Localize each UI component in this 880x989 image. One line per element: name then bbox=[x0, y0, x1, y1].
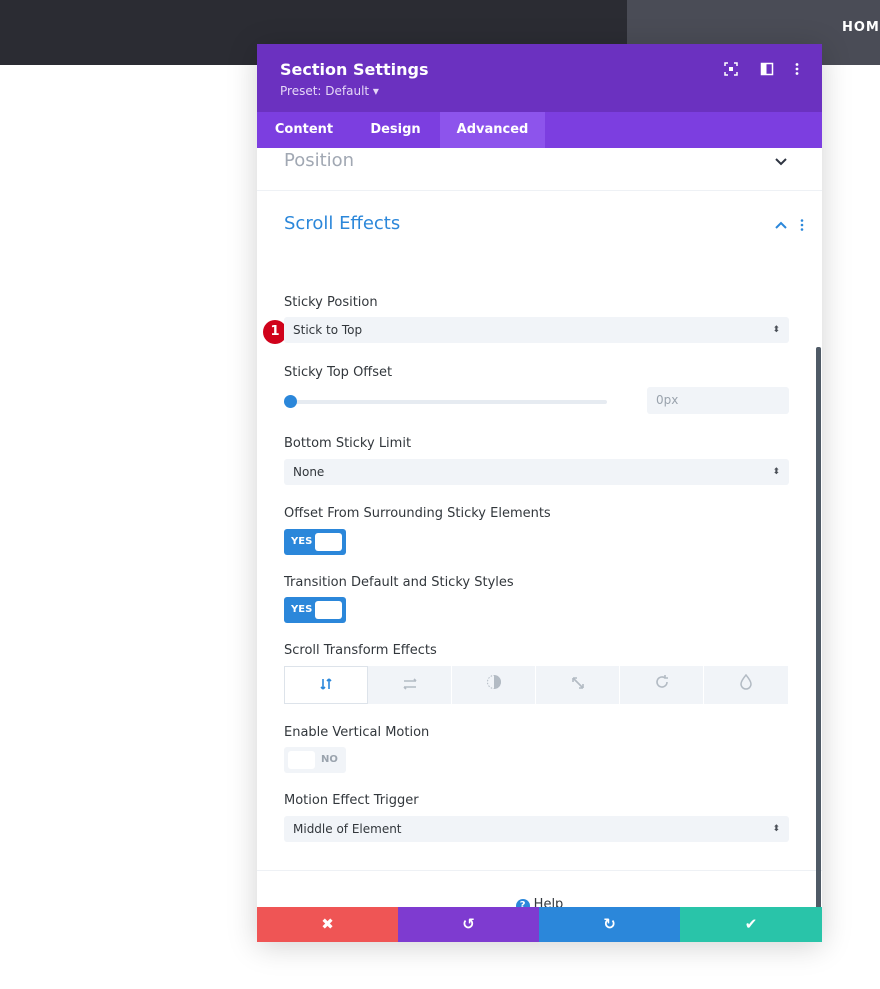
section-divider bbox=[257, 870, 822, 871]
help-icon: ? bbox=[515, 899, 530, 907]
select-arrows-icon: ⬍ bbox=[772, 824, 780, 834]
redo-button[interactable]: ↻ bbox=[539, 907, 680, 942]
horizontal-motion-icon[interactable] bbox=[368, 666, 452, 704]
sticky-top-offset-label: Sticky Top Offset bbox=[284, 365, 393, 380]
settings-tabs: Content Design Advanced bbox=[257, 112, 822, 148]
sticky-position-select[interactable]: Stick to Top ⬍ bbox=[284, 317, 789, 343]
select-arrows-icon: ⬍ bbox=[772, 325, 780, 335]
chevron-down-icon[interactable] bbox=[774, 156, 788, 170]
select-arrows-icon: ⬍ bbox=[772, 467, 780, 477]
sticky-position-label: Sticky Position bbox=[284, 295, 378, 310]
offset-surrounding-toggle[interactable]: YES bbox=[284, 529, 346, 555]
modal-title: Section Settings bbox=[280, 60, 429, 79]
scroll-effects-section-title[interactable]: Scroll Effects bbox=[284, 213, 400, 234]
sticky-top-offset-slider-handle[interactable] bbox=[284, 395, 297, 408]
discard-button[interactable]: ✖ bbox=[257, 907, 398, 942]
blur-icon[interactable] bbox=[704, 666, 788, 704]
sticky-top-offset-slider-track[interactable] bbox=[290, 400, 607, 404]
transition-styles-label: Transition Default and Sticky Styles bbox=[284, 575, 514, 590]
bottom-sticky-limit-select[interactable]: None ⬍ bbox=[284, 459, 789, 485]
scroll-transform-effects bbox=[284, 666, 789, 704]
modal-footer: ✖ ↺ ↻ ✔ bbox=[257, 907, 822, 942]
help-link[interactable]: ? Help bbox=[257, 897, 822, 907]
motion-trigger-select[interactable]: Middle of Element ⬍ bbox=[284, 816, 789, 842]
undo-button[interactable]: ↺ bbox=[398, 907, 539, 942]
bottom-sticky-limit-value: None bbox=[293, 465, 325, 479]
rotate-icon[interactable] bbox=[620, 666, 704, 704]
sticky-top-offset-input[interactable]: 0px bbox=[647, 387, 789, 414]
toggle-knob bbox=[315, 533, 342, 551]
scrollbar[interactable] bbox=[816, 347, 821, 910]
toggle-state-text: NO bbox=[321, 754, 338, 765]
nav-home-link[interactable]: HOME bbox=[842, 20, 880, 35]
motion-trigger-value: Middle of Element bbox=[293, 822, 402, 836]
preset-dropdown[interactable]: Preset: Default ▾ bbox=[280, 84, 379, 98]
settings-body: Position Scroll Effects Sticky Position … bbox=[257, 148, 822, 907]
sticky-position-value: Stick to Top bbox=[293, 323, 363, 337]
vertical-motion-toggle[interactable]: NO bbox=[284, 747, 346, 773]
modal-header: Section Settings Preset: Default ▾ bbox=[257, 44, 822, 112]
position-section-title[interactable]: Position bbox=[284, 150, 354, 171]
fullscreen-icon[interactable] bbox=[723, 62, 739, 78]
section-settings-modal: Section Settings Preset: Default ▾ Conte… bbox=[257, 44, 822, 942]
section-divider bbox=[257, 190, 822, 191]
tab-content[interactable]: Content bbox=[257, 112, 351, 148]
scale-icon[interactable] bbox=[536, 666, 620, 704]
offset-surrounding-label: Offset From Surrounding Sticky Elements bbox=[284, 506, 551, 521]
bottom-sticky-limit-label: Bottom Sticky Limit bbox=[284, 436, 412, 451]
toggle-knob bbox=[315, 601, 342, 619]
tab-design[interactable]: Design bbox=[351, 112, 440, 148]
toggle-state-text: YES bbox=[291, 604, 313, 615]
vertical-motion-label: Enable Vertical Motion bbox=[284, 725, 430, 740]
scroll-transform-label: Scroll Transform Effects bbox=[284, 643, 437, 658]
toggle-state-text: YES bbox=[291, 536, 313, 547]
section-options-icon[interactable] bbox=[795, 219, 809, 233]
motion-trigger-label: Motion Effect Trigger bbox=[284, 793, 419, 808]
chevron-up-icon[interactable] bbox=[774, 219, 788, 233]
more-options-icon[interactable] bbox=[789, 62, 805, 78]
save-button[interactable]: ✔ bbox=[680, 907, 822, 942]
tab-advanced[interactable]: Advanced bbox=[440, 112, 545, 148]
help-label: Help bbox=[533, 897, 564, 907]
toggle-knob bbox=[288, 751, 315, 769]
vertical-motion-icon[interactable] bbox=[284, 666, 368, 704]
split-view-icon[interactable] bbox=[759, 62, 775, 78]
fade-icon[interactable] bbox=[452, 666, 536, 704]
transition-styles-toggle[interactable]: YES bbox=[284, 597, 346, 623]
